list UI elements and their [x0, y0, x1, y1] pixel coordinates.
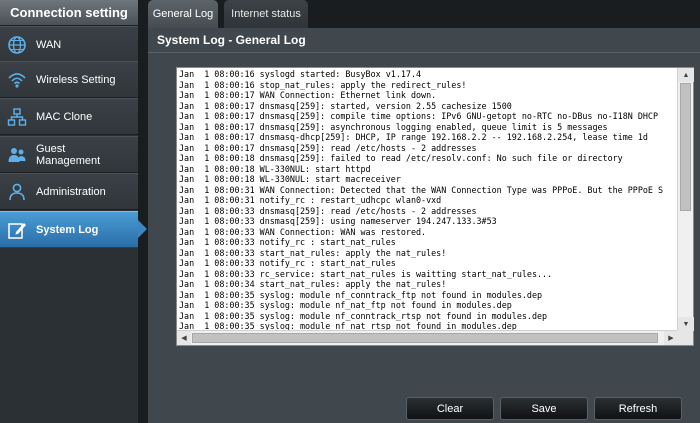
scroll-up-icon[interactable]: ▲ [678, 68, 694, 82]
refresh-button[interactable]: Refresh [594, 397, 682, 420]
sidebar-item-label: Wireless Setting [36, 73, 116, 86]
log-line: Jan 1 08:00:35 syslog: module nf_conntra… [179, 289, 543, 300]
main-panel: General Log Internet status System Log -… [148, 0, 700, 423]
log-line: Jan 1 08:00:18 WL-330NUL: start httpd [179, 163, 371, 174]
log-line: Jan 1 08:00:17 dnsmasq[259]: started, ve… [179, 100, 512, 111]
page-title: System Log - General Log [157, 33, 306, 47]
scrollbar-thumb[interactable] [192, 333, 658, 343]
sidebar-item-label: WAN [36, 38, 62, 51]
log-line: Jan 1 08:00:34 start_nat_rules: apply th… [179, 279, 447, 289]
globe-icon [6, 34, 28, 56]
scroll-down-icon[interactable]: ▼ [678, 317, 694, 331]
tab-internet-status[interactable]: Internet status [224, 0, 308, 28]
sidebar-item-administration[interactable]: Administration [0, 173, 138, 210]
sidebar-item-wireless-setting[interactable]: Wireless Setting [0, 61, 138, 98]
log-line: Jan 1 08:00:31 notify_rc : restart_udhcp… [179, 195, 442, 205]
scrollbar-corner [677, 330, 693, 345]
sidebar-header: Connection setting [0, 0, 138, 26]
sidebar-item-label: MAC Clone [36, 110, 93, 123]
log-line: Jan 1 08:00:33 start_nat_rules: apply th… [179, 247, 447, 258]
log-line: Jan 1 08:00:35 syslog: module nf_nat_ftp… [179, 300, 512, 310]
log-line: Jan 1 08:00:33 WAN Connection: WAN was r… [179, 226, 427, 237]
active-item-indicator [138, 220, 147, 238]
sidebar-item-guest-management[interactable]: Guest Management [0, 136, 138, 173]
log-line: Jan 1 08:00:18 WL-330NUL: start macrecei… [179, 174, 401, 184]
log-line: Jan 1 08:00:33 dnsmasq[259]: using names… [179, 216, 497, 226]
scroll-right-icon[interactable]: ▶ [664, 331, 678, 345]
sidebar-item-label: Administration [36, 185, 106, 198]
log-line: Jan 1 08:00:17 dnsmasq[259]: compile tim… [179, 111, 659, 121]
log-textarea[interactable]: Jan 1 08:00:16 syslogd started: BusyBox … [176, 67, 694, 346]
horizontal-scrollbar[interactable]: ◀ ▶ [177, 330, 678, 345]
tab-bar: General Log Internet status [148, 0, 700, 28]
wifi-icon [6, 69, 28, 91]
log-line: Jan 1 08:00:16 syslogd started: BusyBox … [179, 69, 422, 79]
vertical-scrollbar[interactable]: ▲ ▼ [677, 68, 694, 331]
sidebar-item-label: Guest Management [36, 142, 101, 167]
log-line: Jan 1 08:00:31 WAN Connection: Detected … [179, 184, 664, 195]
log-line: Jan 1 08:00:17 WAN Connection: Ethernet … [179, 90, 437, 100]
scroll-left-icon[interactable]: ◀ [177, 331, 191, 345]
sidebar-item-label: System Log [36, 223, 99, 236]
clear-button[interactable]: Clear [406, 397, 494, 420]
divider [148, 52, 700, 53]
log-content: Jan 1 08:00:16 syslogd started: BusyBox … [177, 68, 678, 331]
users-icon [6, 144, 28, 166]
log-line: Jan 1 08:00:33 rc_service: start_nat_rul… [179, 268, 553, 279]
log-line: Jan 1 08:00:17 dnsmasq[259]: read /etc/h… [179, 142, 477, 153]
sidebar-item-system-log[interactable]: System Log [0, 211, 138, 248]
log-line: Jan 1 08:00:17 dnsmasq-dhcp[259]: DHCP, … [179, 132, 648, 142]
network-icon [6, 106, 28, 128]
person-icon [6, 181, 28, 203]
log-line: Jan 1 08:00:35 syslog: module nf_conntra… [179, 310, 548, 321]
tab-general-log[interactable]: General Log [148, 0, 218, 28]
log-line: Jan 1 08:00:33 notify_rc : start_nat_rul… [179, 237, 396, 247]
sidebar-item-mac-clone[interactable]: MAC Clone [0, 98, 138, 135]
log-line: Jan 1 08:00:33 dnsmasq[259]: read /etc/h… [179, 205, 477, 216]
save-button[interactable]: Save [500, 397, 588, 420]
edit-icon [6, 219, 28, 241]
sidebar: Connection setting WAN Wireless Setting … [0, 0, 138, 423]
log-line: Jan 1 08:00:17 dnsmasq[259]: asynchronou… [179, 121, 608, 132]
log-line: Jan 1 08:00:16 stop_nat_rules: apply the… [179, 79, 467, 90]
log-line: Jan 1 08:00:18 dnsmasq[259]: failed to r… [179, 153, 623, 163]
scrollbar-thumb[interactable] [680, 83, 691, 211]
sidebar-item-wan[interactable]: WAN [0, 26, 138, 63]
log-line: Jan 1 08:00:33 notify_rc : start_nat_rul… [179, 258, 396, 268]
